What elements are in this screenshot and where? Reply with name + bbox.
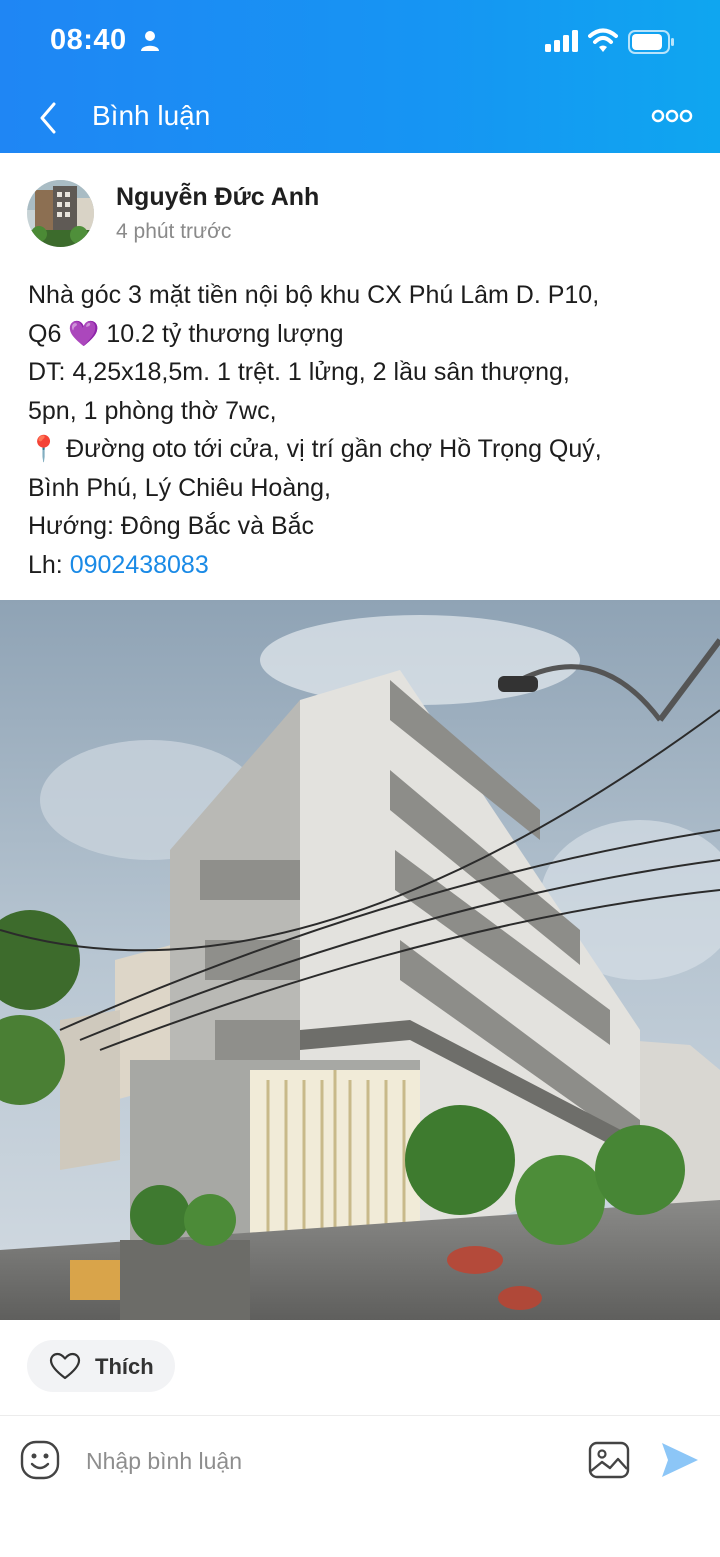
author-name[interactable]: Nguyễn Đức Anh	[116, 183, 319, 212]
more-options-button[interactable]	[650, 104, 694, 128]
status-time: 08:40	[50, 24, 127, 56]
app-header: 08:40 Bình luận	[0, 0, 720, 153]
like-button[interactable]: Thích	[27, 1340, 175, 1392]
image-icon[interactable]	[588, 1441, 630, 1479]
like-label: Thích	[95, 1354, 154, 1379]
signal-icon	[545, 30, 578, 52]
contact-line: Lh: 0902438083	[28, 546, 698, 585]
back-button[interactable]	[28, 96, 68, 140]
divider	[0, 1415, 720, 1416]
send-icon[interactable]	[660, 1441, 700, 1479]
post-line: Q6 💜 10.2 tỷ thương lượng	[28, 319, 344, 348]
battery-icon	[628, 30, 674, 54]
post-line: Hướng: Đông Bắc và Bắc	[28, 512, 315, 540]
person-icon	[141, 31, 159, 51]
heart-icon	[49, 1352, 81, 1380]
emoji-icon[interactable]	[20, 1440, 60, 1480]
avatar[interactable]	[27, 180, 94, 247]
post-line: 📍 Đường oto tới cửa, vị trí gần chợ Hồ T…	[28, 435, 602, 463]
phone-link[interactable]: 0902438083	[70, 551, 209, 579]
wifi-icon	[588, 28, 618, 52]
post-line: DT: 4,25x18,5m. 1 trệt. 1 lửng, 2 lầu sâ…	[28, 358, 570, 386]
post-line: Bình Phú, Lý Chiêu Hoàng,	[28, 473, 331, 502]
page-title: Bình luận	[92, 100, 211, 131]
contact-prefix: Lh:	[28, 550, 70, 579]
post-line: Nhà góc 3 mặt tiền nội bộ khu CX Phú Lâm…	[28, 281, 600, 309]
post-content: Nhà góc 3 mặt tiền nội bộ khu CX Phú Lâm…	[28, 276, 698, 584]
comment-input[interactable]	[86, 1440, 566, 1482]
post-photo[interactable]	[0, 600, 720, 1320]
post-line: 5pn, 1 phòng thờ 7wc,	[28, 396, 277, 425]
post-header: Nguyễn Đức Anh 4 phút trước	[0, 153, 720, 253]
post-timestamp: 4 phút trước	[116, 220, 232, 243]
